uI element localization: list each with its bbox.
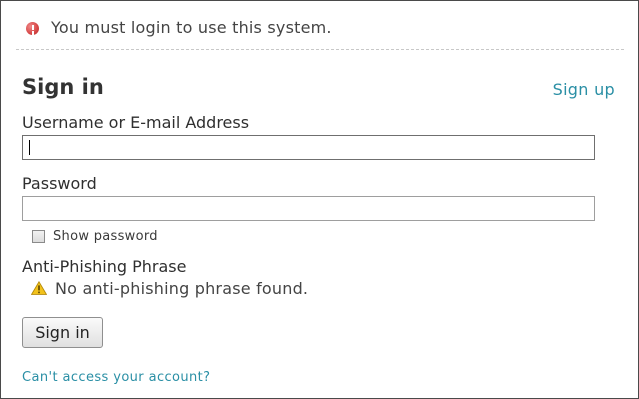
cant-access-account-link[interactable]: Can't access your account? [22, 370, 210, 385]
password-label: Password [22, 174, 97, 193]
password-input[interactable] [22, 196, 595, 221]
anti-phishing-label: Anti-Phishing Phrase [22, 257, 187, 276]
sign-in-button[interactable]: Sign in [22, 317, 103, 348]
anti-phishing-message: No anti-phishing phrase found. [55, 279, 309, 298]
alert-message: You must login to use this system. [51, 18, 332, 37]
show-password-checkbox[interactable] [32, 230, 45, 243]
username-label: Username or E-mail Address [22, 113, 250, 132]
show-password-label[interactable]: Show password [53, 229, 158, 244]
sign-up-link[interactable]: Sign up [553, 80, 615, 99]
warning-icon [31, 281, 47, 295]
login-panel: You must login to use this system. Sign … [0, 0, 639, 399]
page-title: Sign in [22, 75, 104, 99]
login-required-alert: You must login to use this system. [16, 1, 624, 50]
error-icon [26, 22, 39, 35]
text-caret [29, 140, 30, 155]
username-input[interactable] [22, 135, 595, 160]
